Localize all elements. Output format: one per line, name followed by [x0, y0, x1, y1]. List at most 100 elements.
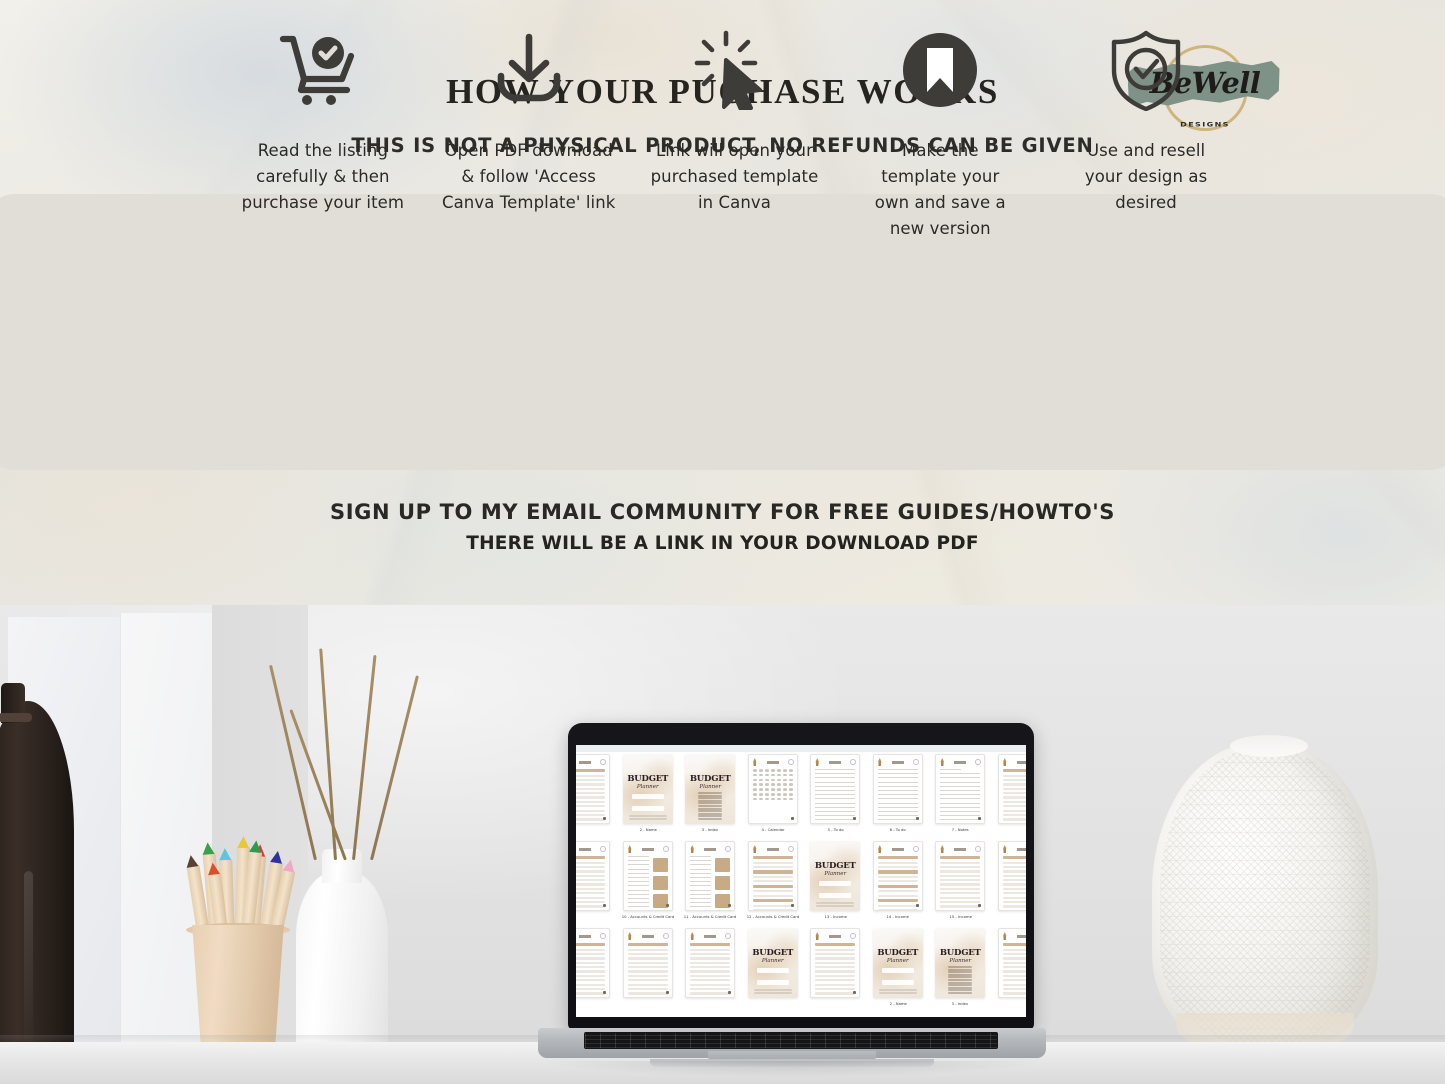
thumbnail-note: [753, 992, 792, 994]
step-use-resell: Use and resell your design as desired: [1043, 0, 1249, 216]
thumbnail-page[interactable]: [997, 754, 1026, 824]
decorative-glyph-icon: [725, 933, 732, 939]
thumbnail-heading: [1011, 760, 1026, 764]
thumbnail-page[interactable]: [576, 754, 611, 824]
thumbnail-page[interactable]: [576, 841, 611, 911]
page-indicator: [790, 817, 794, 820]
laptop-screen[interactable]: BUDGET Planner 2 - Name BUDGET Planner 3 - In…: [576, 745, 1026, 1017]
thumbnail-page[interactable]: [810, 928, 861, 998]
page-indicator: [790, 904, 794, 907]
laptop: BUDGET Planner 2 - Name BUDGET Planner 3 - In…: [538, 723, 1046, 1084]
ceramic-vase-lip: [1230, 735, 1308, 757]
table-rows: [1002, 856, 1026, 910]
decorative-glyph-icon: [850, 759, 857, 765]
template-thumbnail[interactable]: [576, 841, 617, 928]
thumbnail-header: [689, 932, 732, 940]
thumbnail-page[interactable]: [935, 841, 986, 911]
template-thumbnail[interactable]: 5 - To do: [804, 754, 867, 841]
page-indicator: [915, 817, 919, 820]
template-thumbnail[interactable]: [992, 928, 1026, 1015]
thumbnail-page[interactable]: [935, 754, 986, 824]
thumbnail-page[interactable]: [810, 754, 861, 824]
thumbnail-label: 12 - Accounts & Credit Card: [746, 914, 799, 920]
cta-line-1: SIGN UP TO MY EMAIL COMMUNITY FOR FREE G…: [329, 500, 1116, 524]
page-indicator: [728, 991, 732, 994]
thumbnail-header: [576, 932, 607, 940]
template-thumbnail[interactable]: BUDGET Planner 3 - Index: [679, 754, 742, 841]
page-indicator: [665, 991, 669, 994]
thumbnail-label: 4 - Calendar: [761, 827, 785, 833]
template-thumbnail[interactable]: BUDGET Planner 3 - Index: [929, 928, 992, 1015]
thumbnail-header: [1002, 932, 1026, 940]
table-rows: [815, 943, 856, 997]
thumbnail-header: [877, 845, 919, 853]
thumbnail-page[interactable]: BUDGET Planner: [810, 841, 861, 911]
template-thumbnail[interactable]: 15 - Income: [929, 841, 992, 928]
click-cursor-icon: [692, 22, 776, 118]
template-thumbnail[interactable]: 4 - Calendar: [742, 754, 805, 841]
thumbnail-page[interactable]: [997, 841, 1026, 911]
thumbnail-note: [816, 905, 855, 907]
thumbnail-title: BUDGET: [814, 861, 856, 871]
template-thumbnail[interactable]: 11 - Accounts & Credit Card: [679, 841, 742, 928]
planner-logo-icon: [628, 845, 632, 853]
template-thumbnail[interactable]: [992, 841, 1026, 928]
thumbnail-heading: [576, 760, 597, 764]
template-thumbnail[interactable]: BUDGET Planner 2 - Name: [867, 928, 930, 1015]
thumbnail-label: 10 - Accounts & Credit Card: [621, 914, 674, 920]
thumbnail-page[interactable]: BUDGET Planner: [747, 928, 798, 998]
planner-logo-icon: [753, 845, 757, 853]
template-thumbnail[interactable]: [804, 928, 867, 1015]
thumbnail-page[interactable]: [622, 928, 673, 998]
thumbnail-page[interactable]: BUDGET Planner: [685, 754, 736, 824]
template-thumbnail-grid[interactable]: BUDGET Planner 2 - Name BUDGET Planner 3 - In…: [576, 754, 1026, 1015]
email-cta: SIGN UP TO MY EMAIL COMMUNITY FOR FREE G…: [0, 500, 1445, 554]
thumbnail-header: [576, 845, 607, 853]
template-thumbnail[interactable]: [992, 754, 1026, 841]
table-rows: [1002, 943, 1026, 997]
thumbnail-page[interactable]: BUDGET Planner: [935, 928, 986, 998]
thumbnail-subtitle: Planner: [886, 958, 909, 964]
thumbnail-field: [631, 806, 664, 811]
planner-logo-icon: [815, 932, 819, 940]
thumbnail-header: [689, 845, 732, 853]
template-thumbnail[interactable]: [617, 928, 680, 1015]
template-thumbnail[interactable]: [679, 928, 742, 1015]
template-thumbnail[interactable]: BUDGET Planner: [742, 928, 805, 1015]
thumbnail-label: 14 - Income: [886, 914, 909, 920]
thumbnail-page[interactable]: [872, 841, 923, 911]
thumbnail-page[interactable]: [622, 841, 673, 911]
thumbnail-page[interactable]: BUDGET Planner: [872, 928, 923, 998]
template-thumbnail[interactable]: 6 - To do: [867, 754, 930, 841]
template-thumbnail[interactable]: BUDGET Planner 13 - Income: [804, 841, 867, 928]
step-caption: Make the template your own and save a ne…: [874, 141, 1006, 239]
thumbnail-page[interactable]: BUDGET Planner: [622, 754, 673, 824]
thumbnail-page[interactable]: [872, 754, 923, 824]
laptop-keyboard[interactable]: [584, 1032, 998, 1049]
thumbnail-field: [756, 968, 789, 973]
template-thumbnail[interactable]: 10 - Accounts & Credit Card: [617, 841, 680, 928]
template-thumbnail[interactable]: 14 - Income: [867, 841, 930, 928]
template-thumbnail[interactable]: 12 - Accounts & Credit Card: [742, 841, 805, 928]
thumbnail-page[interactable]: [685, 928, 736, 998]
thumbnail-page[interactable]: [685, 841, 736, 911]
thumbnail-note: [698, 805, 723, 807]
template-thumbnail[interactable]: [576, 928, 617, 1015]
download-icon: [491, 22, 567, 118]
decorative-glyph-icon: [912, 846, 919, 852]
planner-logo-icon: [940, 845, 944, 853]
thumbnail-page[interactable]: [576, 928, 611, 998]
table-rows: [1002, 769, 1026, 823]
thumbnail-header: [814, 758, 857, 766]
planner-logo-icon: [940, 758, 944, 766]
template-thumbnail[interactable]: [576, 754, 617, 841]
template-thumbnail[interactable]: BUDGET Planner 2 - Name: [617, 754, 680, 841]
thumbnail-page[interactable]: [747, 841, 798, 911]
thumbnail-page[interactable]: [747, 754, 798, 824]
thumbnail-label: 15 - Income: [949, 914, 972, 920]
ruled-lines: [940, 769, 981, 821]
template-thumbnail[interactable]: 7 - Notes: [929, 754, 992, 841]
bookmark-circle-icon: [901, 22, 979, 118]
thumbnail-page[interactable]: [997, 928, 1026, 998]
summary-block: [652, 876, 668, 890]
